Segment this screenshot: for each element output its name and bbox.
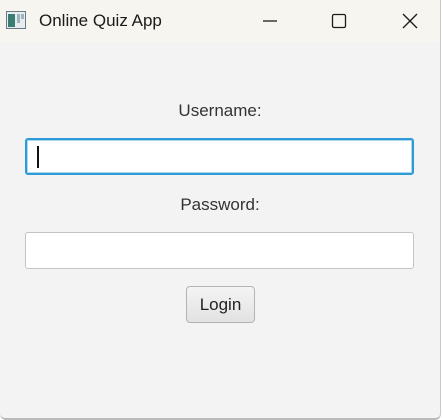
title-bar[interactable]: Online Quiz App — [0, 0, 440, 42]
password-input[interactable] — [25, 232, 414, 269]
username-input[interactable] — [25, 138, 414, 175]
maximize-button[interactable] — [316, 0, 362, 42]
close-button[interactable] — [387, 0, 433, 42]
app-icon — [6, 11, 26, 29]
window-title: Online Quiz App — [39, 11, 162, 30]
minimize-button[interactable] — [247, 0, 293, 42]
text-caret — [37, 146, 39, 168]
close-icon — [402, 13, 418, 29]
maximize-icon — [331, 13, 347, 29]
username-label: Username: — [178, 101, 262, 120]
login-button[interactable]: Login — [186, 286, 255, 323]
password-label: Password: — [180, 195, 260, 214]
minimize-icon — [263, 20, 277, 22]
app-window: Online Quiz App Username: Password: Logi… — [0, 0, 441, 420]
